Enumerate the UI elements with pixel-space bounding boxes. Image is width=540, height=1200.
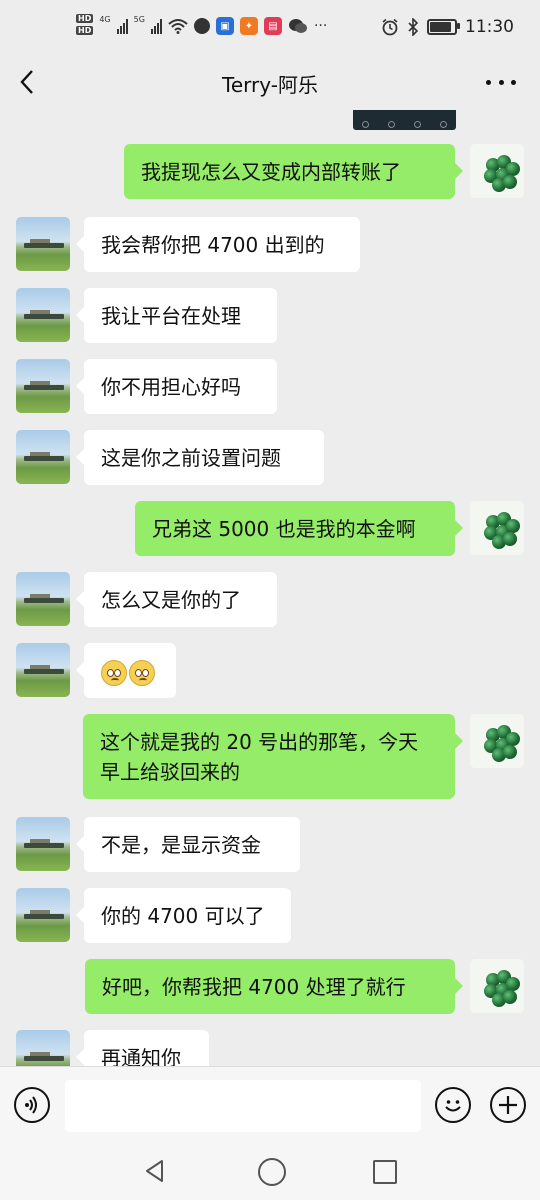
message-bubble[interactable]: 怎么又是你的了	[76, 572, 277, 627]
system-back-icon[interactable]	[142, 1158, 168, 1184]
alarm-icon	[382, 18, 398, 36]
voice-icon	[25, 1096, 37, 1114]
status-bar: HD HD 4G 5G ▣ ✦ ▤ ··· 11:30	[0, 0, 540, 58]
message-text: 我提现怎么又变成内部转账了	[141, 160, 401, 184]
message-input[interactable]	[65, 1080, 421, 1132]
message-text: 你的 4700 可以了	[101, 904, 265, 928]
system-navigation-bar	[0, 1146, 540, 1200]
app-icon: ▤	[263, 17, 282, 35]
worried-face-icon	[101, 659, 127, 686]
emoji-button[interactable]	[435, 1087, 471, 1123]
message-bubble[interactable]: 你不用担心好吗	[76, 359, 277, 414]
status-right: 11:30	[381, 17, 514, 37]
message-bubble[interactable]: 你的 4700 可以了	[76, 888, 291, 943]
message-bubble[interactable]	[76, 643, 176, 698]
plus-icon	[499, 1096, 517, 1114]
contact-avatar[interactable]	[16, 217, 70, 271]
message-bubble[interactable]: 好吧，你帮我把 4700 处理了就行	[85, 959, 463, 1014]
my-avatar[interactable]	[470, 714, 524, 768]
signal-icon	[150, 18, 162, 34]
contact-avatar[interactable]	[16, 430, 70, 484]
network-5g-label: 5G	[133, 14, 145, 24]
app-icon: ▣	[215, 17, 234, 35]
message-bubble[interactable]: 我让平台在处理	[76, 288, 277, 343]
signal-icon	[116, 18, 128, 34]
message-text: 你不用担心好吗	[101, 375, 241, 399]
contact-avatar[interactable]	[16, 888, 70, 942]
bluetooth-icon	[408, 18, 419, 36]
chat-title: Terry-阿乐	[222, 73, 318, 97]
message-text: 这是你之前设置问题	[101, 446, 281, 470]
message-text: 再通知你	[101, 1046, 181, 1066]
smiley-icon	[445, 1100, 461, 1112]
contact-avatar[interactable]	[16, 817, 70, 871]
message-bubble[interactable]: 我会帮你把 4700 出到的	[76, 217, 360, 272]
hd-label-1: HD	[76, 14, 94, 23]
contact-avatar[interactable]	[16, 572, 70, 626]
chat-header: Terry-阿乐	[0, 58, 540, 110]
worried-face-icon	[129, 659, 155, 686]
my-avatar[interactable]	[470, 959, 524, 1013]
message-bubble[interactable]: 不是，是显示资金	[76, 817, 300, 872]
message-text: 兄弟这 5000 也是我的本金啊	[152, 517, 416, 541]
system-recents-icon[interactable]	[373, 1160, 397, 1184]
contact-avatar[interactable]	[16, 288, 70, 342]
my-avatar[interactable]	[470, 501, 524, 555]
message-bubble[interactable]: 我提现怎么又变成内部转账了	[124, 144, 463, 199]
contact-avatar[interactable]	[16, 643, 70, 697]
voice-input-button[interactable]	[14, 1087, 50, 1123]
message-text: 不是，是显示资金	[101, 833, 261, 857]
more-functions-button[interactable]	[490, 1087, 526, 1123]
system-home-icon[interactable]	[258, 1158, 286, 1186]
message-bubble[interactable]: 兄弟这 5000 也是我的本金啊	[135, 501, 463, 556]
status-left: HD HD 4G 5G ▣ ✦ ▤ ···	[76, 14, 327, 38]
message-text: 我会帮你把 4700 出到的	[101, 233, 325, 257]
message-text: 我让平台在处理	[101, 304, 241, 328]
wifi-icon	[168, 19, 188, 34]
chat-bubble-icon	[193, 18, 210, 34]
status-time: 11:30	[465, 17, 514, 37]
battery-icon	[427, 19, 460, 35]
input-bar	[0, 1066, 540, 1147]
hd-indicator: HD HD	[76, 14, 94, 38]
message-bubble[interactable]: 这是你之前设置问题	[76, 430, 324, 485]
network-4g-label: 4G	[99, 14, 111, 24]
more-dots-icon: ···	[313, 18, 328, 34]
video-message-edge[interactable]	[353, 110, 456, 130]
message-text: 这个就是我的 20 号出的那笔，今天早上给驳回来的	[100, 730, 419, 784]
contact-avatar[interactable]	[16, 359, 70, 413]
message-bubble[interactable]: 这个就是我的 20 号出的那笔，今天早上给驳回来的	[83, 714, 463, 799]
message-bubble[interactable]: 再通知你	[76, 1030, 209, 1066]
chat-message-list[interactable]: 我提现怎么又变成内部转账了我会帮你把 4700 出到的 我让平台在处理 你不用担心好…	[0, 110, 540, 1066]
message-text: 怎么又是你的了	[101, 588, 241, 612]
my-avatar[interactable]	[470, 144, 524, 198]
hd-label-2: HD	[76, 26, 94, 35]
app-icon: ✦	[239, 17, 258, 35]
message-text: 好吧，你帮我把 4700 处理了就行	[102, 975, 406, 999]
contact-avatar[interactable]	[16, 1030, 70, 1066]
more-options-icon[interactable]	[486, 67, 516, 97]
wechat-icon	[288, 19, 307, 33]
